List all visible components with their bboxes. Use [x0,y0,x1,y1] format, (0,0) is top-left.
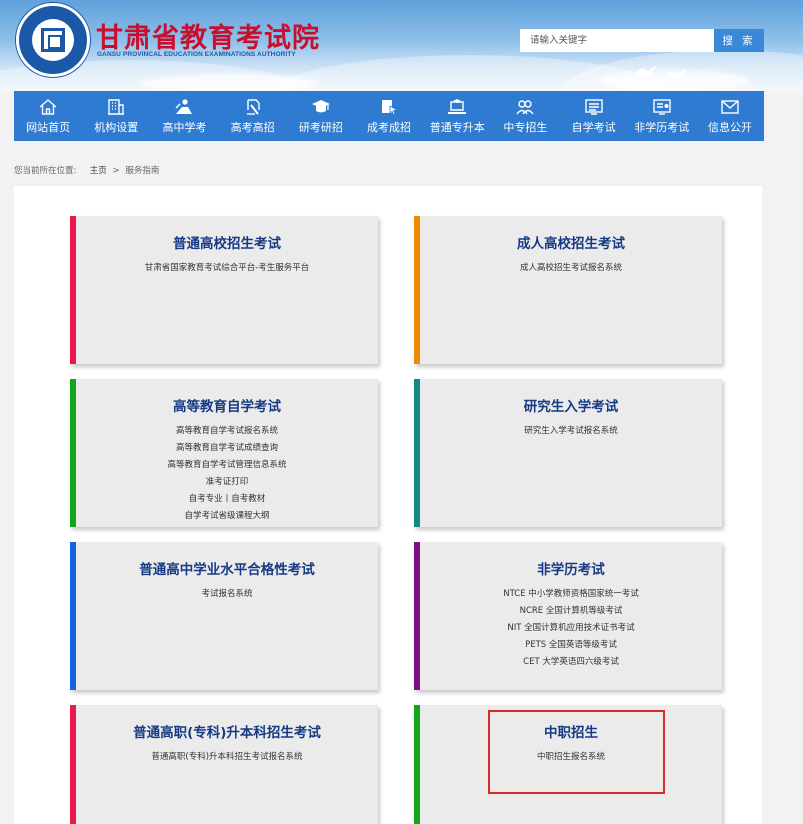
card-title: 普通高职(专科)升本科招生考试 [133,725,321,741]
breadcrumb-prefix: 您当前所在位置: [14,166,77,176]
card-link[interactable]: 甘肃省国家教育考试综合平台-考生服务平台 [76,260,378,277]
card-link[interactable]: CET 大学英语四六级考试 [420,654,722,671]
nav-item-label: 普通专升本 [429,120,485,134]
service-card: 高等教育自学考试高等教育自学考试报名系统 高等教育自学考试成绩查询 高等教育自学考试… [70,379,378,527]
breadcrumb-current: 服务指南 [125,166,160,176]
certificate-icon [653,98,671,115]
breadcrumb: 您当前所在位置: 主页 > 服务指南 [14,164,159,176]
card-title: 成人高校招生考试 [517,236,625,252]
nav-item-label: 网站首页 [26,120,71,134]
card-link[interactable]: NIT 全国计算机应用技术证书考试 [420,620,722,637]
service-card: 研究生入学考试研究生入学考试报名系统 [414,379,722,527]
card-links: 高等教育自学考试报名系统 高等教育自学考试成绩查询 高等教育自学考试管理信息系统 准考… [76,423,378,525]
card-title: 普通高中学业水平合格性考试 [139,562,315,578]
main-nav: 网站首页 机构设置 高中学考 高考高招 研考研招 成考成招 普通专升本 中专招生… [14,91,764,141]
nav-item-vocational-enrollment[interactable]: 中专招生 [491,91,559,141]
mail-icon [721,99,739,114]
site-title[interactable]: 甘肃省教育考试院 [96,16,320,55]
logo-seal-icon[interactable] [16,3,90,77]
card-title: 普通高校招生考试 [173,236,281,252]
selection-highlight-box [488,710,665,794]
card-title: 非学历考试 [537,562,605,578]
card-title: 研究生入学考试 [523,399,619,415]
card-links: 成人高校招生考试报名系统 [420,260,722,277]
nav-item-non-degree-exam[interactable]: 非学历考试 [628,91,696,141]
card-links: 甘肃省国家教育考试综合平台-考生服务平台 [76,260,378,277]
nav-item-label: 信息公开 [707,120,752,134]
nav-item-upgrade-undergraduate[interactable]: 普通专升本 [423,91,491,141]
card-link[interactable]: PETS 全国英语等级考试 [420,637,722,654]
site-subtitle: GANSU PROVINCAL EDUCATION EXAMINATIONS A… [97,51,296,58]
card-links: NTCE 中小学教师资格国家统一考试 NCRE 全国计算机等级考试 NIT 全国计算… [420,586,722,671]
pen-icon [246,98,260,115]
laptop-student-icon [448,98,467,114]
breadcrumb-home-link[interactable]: 主页 [90,166,107,176]
nav-item-label: 非学历考试 [634,120,690,134]
service-card: 成人高校招生考试成人高校招生考试报名系统 [414,216,722,364]
card-link[interactable]: 自学考试省级课程大纲 [76,508,378,525]
card-link[interactable]: 高等教育自学考试报名系统 [76,423,378,440]
card-links: 研究生入学考试报名系统 [420,423,722,440]
nav-item-organization[interactable]: 机构设置 [82,91,150,141]
header-cloud [140,74,320,91]
nav-item-label: 成考成招 [367,120,412,134]
nav-item-label: 研考研招 [298,120,343,134]
graduation-cap-icon [311,99,330,112]
nav-item-information-disclosure[interactable]: 信息公开 [696,91,764,141]
service-card: 普通高职(专科)升本科招生考试普通高职(专科)升本科招生考试报名系统 [70,705,378,824]
search-button[interactable]: 搜 索 [714,29,764,52]
card-link[interactable]: 高等教育自学考试管理信息系统 [76,457,378,474]
nav-item-label: 高中学考 [162,120,207,134]
monitor-list-icon [584,98,603,115]
home-icon [39,98,57,115]
search-input[interactable] [520,29,714,52]
card-link[interactable]: 高等教育自学考试成绩查询 [76,440,378,457]
nav-item-label: 自学考试 [571,120,616,134]
card-link[interactable]: 准考证打印 [76,474,378,491]
nav-item-graduate-exam[interactable]: 研考研招 [287,91,355,141]
nav-item-adult-exam[interactable]: 成考成招 [355,91,423,141]
card-link[interactable]: 普通高职(专科)升本科招生考试报名系统 [76,749,378,766]
site-header: 甘肃省教育考试院 GANSU PROVINCAL EDUCATION EXAMI… [0,0,803,91]
nav-item-college-admission[interactable]: 高考高招 [219,91,287,141]
service-card: 非学历考试 NTCE 中小学教师资格国家统一考试 NCRE 全国计算机等级考试 NIT… [414,542,722,690]
card-links: 普通高职(专科)升本科招生考试报名系统 [76,749,378,766]
nav-item-label: 高考高招 [230,120,275,134]
breadcrumb-separator: > [112,166,120,176]
card-link[interactable]: 成人高校招生考试报名系统 [420,260,722,277]
card-link[interactable]: NTCE 中小学教师资格国家统一考试 [420,586,722,603]
nav-item-label: 机构设置 [94,120,139,134]
card-links: 考试报名系统 [76,586,378,603]
student-icon [175,98,193,114]
nav-item-high-school-exam[interactable]: 高中学考 [150,91,218,141]
birds-decoration-icon [632,60,692,91]
building-icon [108,98,125,115]
card-link[interactable]: 研究生入学考试报名系统 [420,423,722,440]
card-link[interactable]: NCRE 全国计算机等级考试 [420,603,722,620]
card-title: 高等教育自学考试 [173,399,281,415]
nav-item-label: 中专招生 [503,120,548,134]
service-card: 普通高校招生考试甘肃省国家教育考试综合平台-考生服务平台 [70,216,378,364]
nav-item-self-study-exam[interactable]: 自学考试 [560,91,628,141]
service-card: 普通高中学业水平合格性考试考试报名系统 [70,542,378,690]
users-icon [516,99,534,114]
nav-item-home[interactable]: 网站首页 [14,91,82,141]
card-link[interactable]: 自考专业丨自考教材 [76,491,378,508]
book-pointer-icon [382,99,399,115]
card-link[interactable]: 考试报名系统 [76,586,378,603]
